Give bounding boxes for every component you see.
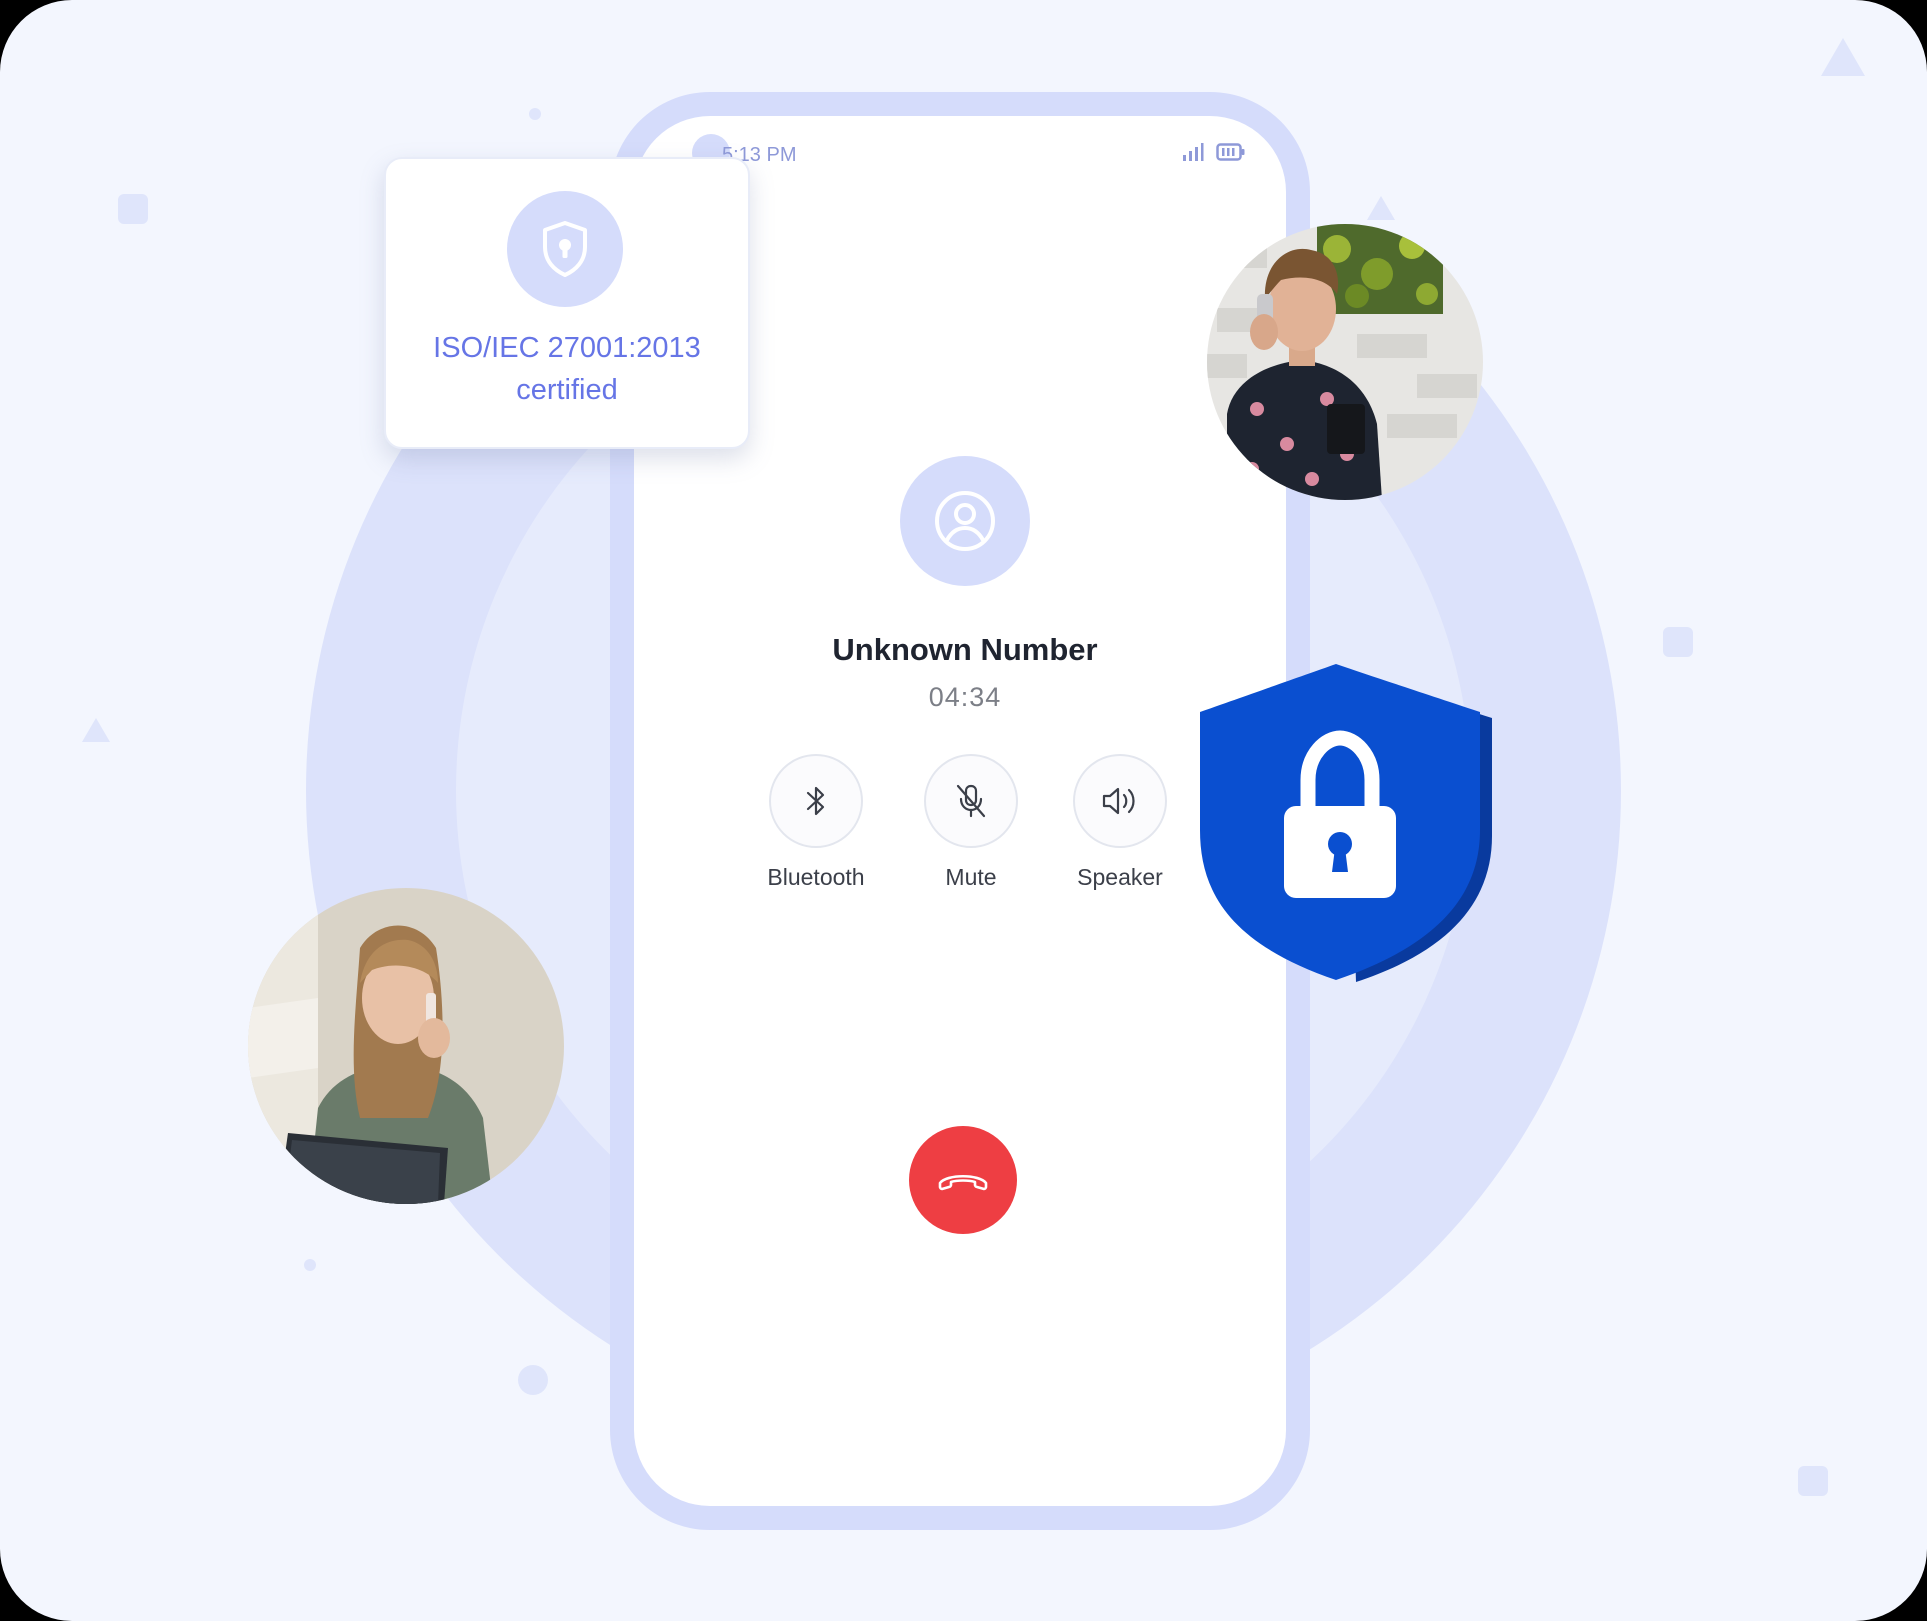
man-on-phone-photo [1207, 224, 1483, 500]
certification-line-1: ISO/IEC 27001:2013 [433, 332, 701, 364]
security-lock-shield-icon [1200, 664, 1492, 982]
bluetooth-icon [806, 786, 825, 816]
speaker-icon [1102, 787, 1135, 815]
user-circle-icon [935, 491, 995, 551]
phone-hangup-icon [938, 1174, 988, 1191]
signal-bars-icon [1183, 143, 1204, 161]
bluetooth-label: Bluetooth [767, 864, 865, 890]
call-duration: 04:34 [928, 682, 1002, 712]
shield-keyhole-icon [543, 221, 587, 277]
certification-text: ISO/IEC 27001:2013 certified [386, 327, 748, 411]
status-icons [1182, 142, 1246, 162]
caller-avatar [900, 456, 1030, 586]
caller-name: Unknown Number [832, 632, 1098, 667]
decor-triangle [1821, 38, 1865, 76]
speaker-label: Speaker [1077, 864, 1163, 890]
battery-icon [1216, 143, 1245, 161]
cert-icon-circle [507, 191, 623, 307]
certification-card: ISO/IEC 27001:2013 certified [384, 157, 750, 449]
illustration-canvas: 5:13 PM ISO/IEC 27001:2013 certified Unk… [0, 0, 1927, 1621]
decor-dot [304, 1259, 316, 1271]
decor-square [118, 194, 148, 224]
decor-square [1798, 1466, 1828, 1496]
mute-button[interactable] [924, 754, 1018, 848]
decor-dot [518, 1365, 548, 1395]
decor-square [1663, 627, 1693, 657]
decor-dot [529, 108, 541, 120]
end-call-button[interactable] [909, 1126, 1017, 1234]
mute-label: Mute [945, 864, 997, 890]
bluetooth-button[interactable] [769, 754, 863, 848]
mic-off-icon [956, 784, 986, 818]
certification-line-2: certified [516, 374, 618, 406]
woman-on-phone-photo [248, 888, 564, 1204]
decor-triangle [82, 718, 110, 742]
decor-triangle [1367, 196, 1395, 220]
speaker-button[interactable] [1073, 754, 1167, 848]
